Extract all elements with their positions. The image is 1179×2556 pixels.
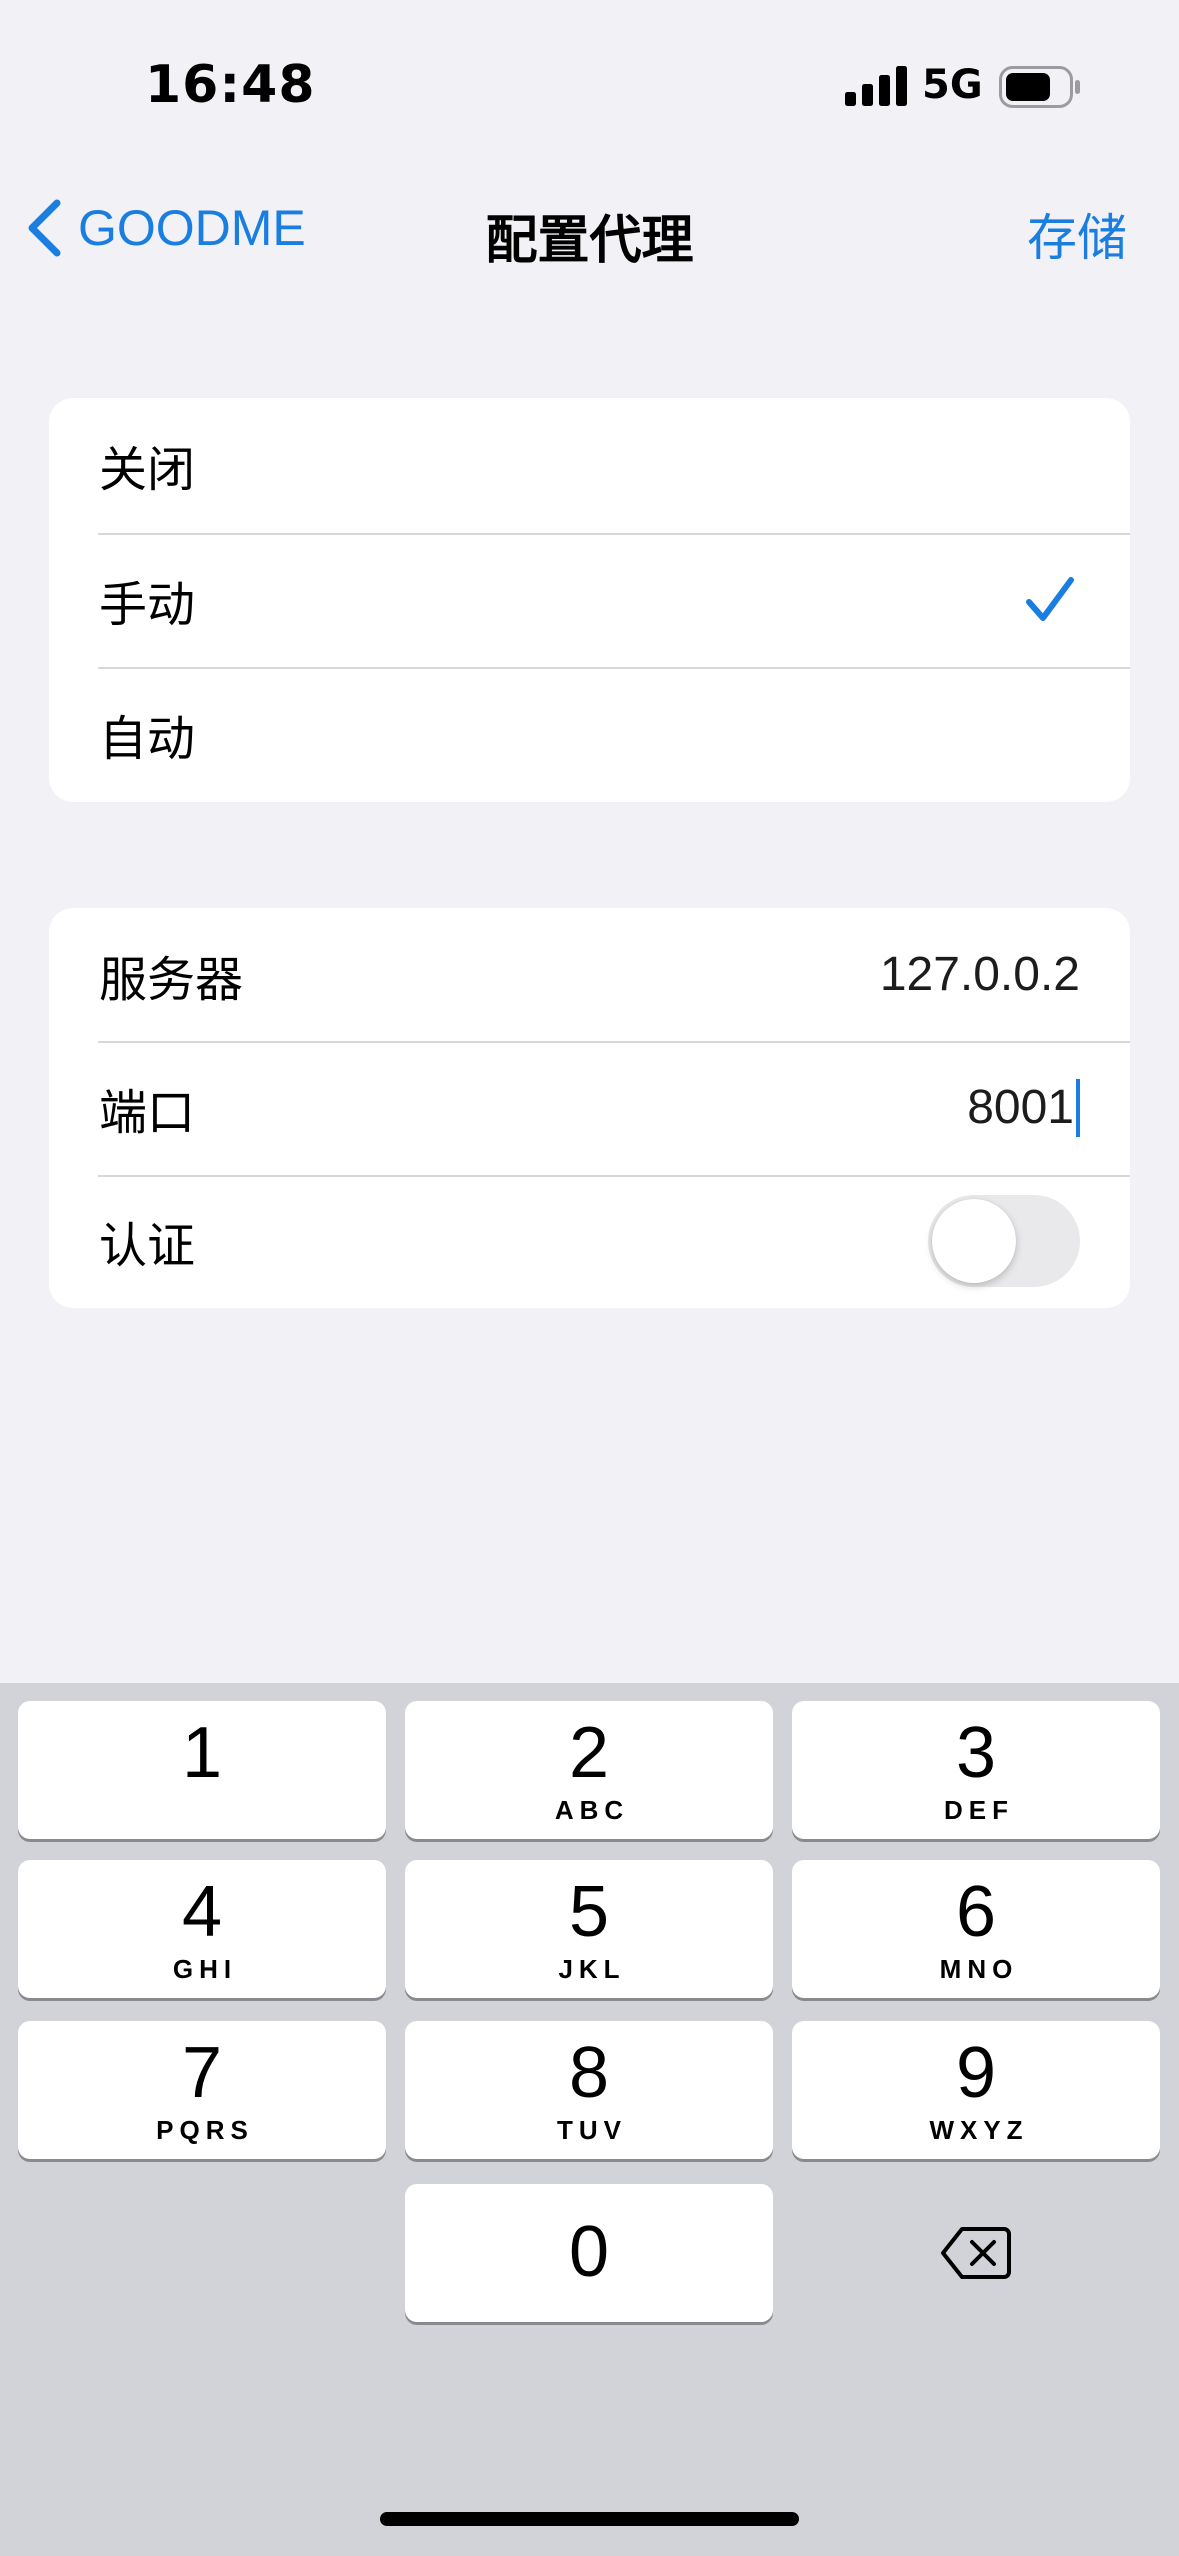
proxy-mode-option-manual[interactable]: 手动 [49,532,1130,668]
navigation-bar: GOODME 配置代理 存储 [0,170,1179,285]
key-letters: TUV [557,2115,627,2145]
proxy-mode-list: 关闭 手动 自动 [49,398,1130,802]
option-label: 手动 [99,576,196,633]
key-9[interactable]: 9 WXYZ [792,2021,1160,2159]
key-6[interactable]: 6 MNO [792,1860,1160,1998]
signal-icon [845,66,907,106]
key-5[interactable]: 5 JKL [405,1860,773,1998]
key-1[interactable]: 1 [18,1701,386,1839]
key-letters: JKL [558,1954,626,1984]
key-digit: 9 [955,2033,997,2113]
option-label: 关闭 [99,442,196,499]
port-label: 端口 [99,1084,196,1141]
proxy-settings-list: 服务器 127.0.0.2 端口 8001 认证 [49,908,1130,1308]
key-digit: 2 [568,1713,610,1793]
port-value: 8001 [967,1081,1074,1135]
status-bar: 16:48 5G [0,0,1179,170]
key-letters: GHI [172,1954,238,1984]
option-label: 自动 [99,711,196,768]
key-digit: 8 [568,2033,610,2113]
home-indicator [380,2512,799,2526]
proxy-mode-option-auto[interactable]: 自动 [49,667,1130,802]
key-letters: PQRS [156,2115,254,2145]
key-digit: 7 [181,2033,223,2113]
page-title: 配置代理 [485,211,694,271]
key-digit: 0 [568,2212,610,2292]
checkmark-icon [1026,576,1074,621]
key-7[interactable]: 7 PQRS [18,2021,386,2159]
key-digit: 1 [181,1713,223,1793]
key-digit: 5 [568,1872,610,1952]
text-cursor-icon [1076,1078,1080,1137]
server-label: 服务器 [99,951,244,1008]
port-row[interactable]: 端口 8001 [49,1041,1130,1174]
server-row[interactable]: 服务器 127.0.0.2 [49,908,1130,1041]
key-letters: WXYZ [929,2115,1029,2145]
battery-icon [999,66,1080,108]
network-type-label: 5G [922,62,983,108]
key-digit: 4 [181,1872,223,1952]
key-0[interactable]: 0 [405,2184,773,2322]
status-time: 16:48 [145,55,316,115]
key-8[interactable]: 8 TUV [405,2021,773,2159]
key-digit: 6 [955,1872,997,1952]
port-input[interactable]: 8001 [967,1078,1080,1137]
key-digit: 3 [955,1713,997,1793]
key-2[interactable]: 2 ABC [405,1701,773,1839]
toggle-knob [932,1199,1016,1284]
key-4[interactable]: 4 GHI [18,1860,386,1998]
delete-icon [941,2227,1011,2279]
delete-key[interactable] [792,2184,1160,2322]
key-letters: DEF [944,1795,1014,1825]
key-letters: ABC [554,1795,630,1825]
key-3[interactable]: 3 DEF [792,1701,1160,1839]
numeric-keyboard: 1 2 ABC 3 DEF 4 GHI 5 JKL 6 MNO 7 PQRS 8… [0,1683,1179,2556]
auth-label: 认证 [99,1218,196,1275]
key-letters: MNO [939,1954,1019,1984]
auth-row: 认证 [49,1174,1130,1308]
save-button[interactable]: 存储 [1027,198,1127,270]
server-input[interactable]: 127.0.0.2 [880,947,1080,1002]
proxy-mode-option-off[interactable]: 关闭 [49,398,1130,533]
auth-toggle[interactable] [928,1195,1080,1288]
